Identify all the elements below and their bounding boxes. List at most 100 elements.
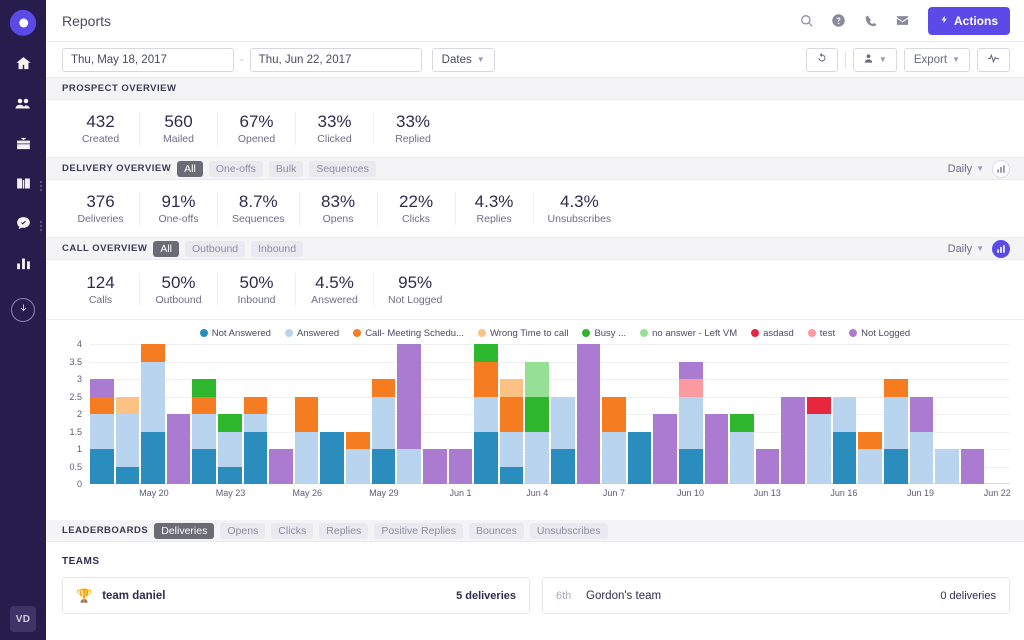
teams-list: 🏆team daniel5 deliveries 6thGordon's team… — [62, 577, 1010, 614]
sidebar-item-book[interactable] — [0, 166, 46, 206]
chart-bar[interactable] — [781, 397, 805, 485]
call-overview-tabs: All Outbound Inbound — [153, 241, 303, 257]
chart-bar[interactable] — [705, 414, 729, 484]
legend-item[interactable]: Answered — [285, 328, 339, 339]
chart-bar[interactable] — [90, 379, 114, 484]
user-filter-button[interactable]: ▼ — [853, 48, 897, 72]
chart-bar[interactable] — [935, 449, 959, 484]
chart-bar[interactable] — [116, 397, 140, 485]
sidebar-item-download[interactable] — [11, 298, 35, 322]
chart-bar[interactable] — [244, 397, 268, 485]
chart-bar[interactable] — [961, 449, 985, 484]
chart-bar[interactable] — [320, 432, 344, 485]
tab-opens[interactable]: Opens — [220, 523, 265, 539]
call-chart-toggle[interactable] — [992, 240, 1010, 258]
tab-all[interactable]: All — [153, 241, 179, 257]
sidebar-item-reports[interactable] — [0, 246, 46, 286]
chart-bar[interactable] — [167, 414, 191, 484]
phone-icon[interactable] — [862, 12, 880, 30]
chart-bar[interactable] — [807, 397, 831, 485]
chart-bar[interactable] — [577, 344, 601, 484]
app-logo[interactable] — [10, 10, 36, 36]
mail-icon[interactable] — [894, 12, 912, 30]
chart-bar[interactable] — [346, 432, 370, 485]
tab-outbound[interactable]: Outbound — [185, 241, 245, 257]
chart-bar[interactable] — [192, 379, 216, 484]
legend-item[interactable]: test — [808, 328, 835, 339]
sidebar-item-people[interactable] — [0, 86, 46, 126]
tab-inbound[interactable]: Inbound — [251, 241, 303, 257]
delivery-interval-dropdown[interactable]: Daily ▼ — [948, 163, 984, 175]
tab-all[interactable]: All — [177, 161, 203, 177]
export-button[interactable]: Export ▼ — [904, 48, 970, 72]
legend-item[interactable]: Busy ... — [582, 328, 626, 339]
chart-bar[interactable] — [884, 379, 908, 484]
actions-button[interactable]: Actions — [928, 7, 1010, 35]
help-icon[interactable] — [830, 12, 848, 30]
legend-item[interactable]: Not Logged — [849, 328, 910, 339]
legend-item[interactable]: asdasd — [751, 328, 794, 339]
chart-bar[interactable] — [295, 397, 319, 485]
chart-bar[interactable] — [423, 449, 447, 484]
chart-bar[interactable] — [525, 362, 549, 485]
bar-segment — [141, 344, 165, 362]
tab-replies[interactable]: Replies — [319, 523, 368, 539]
chart-bar[interactable] — [833, 397, 857, 485]
delivery-chart-toggle[interactable] — [992, 160, 1010, 178]
chart-bar[interactable] — [628, 432, 652, 485]
tab-sequences[interactable]: Sequences — [309, 161, 376, 177]
legend-item[interactable]: Call- Meeting Schedu... — [353, 328, 464, 339]
stat-label: Opens — [323, 213, 354, 225]
sidebar-item-tasks[interactable] — [0, 206, 46, 246]
search-icon[interactable] — [798, 12, 816, 30]
sidebar-item-home[interactable] — [0, 46, 46, 86]
tab-positive-replies[interactable]: Positive Replies — [374, 523, 463, 539]
tab-deliveries[interactable]: Deliveries — [154, 523, 214, 539]
tab-clicks[interactable]: Clicks — [271, 523, 313, 539]
call-interval-dropdown[interactable]: Daily ▼ — [948, 243, 984, 255]
chart-bar[interactable] — [397, 344, 421, 484]
chart-bar[interactable] — [218, 414, 242, 484]
sidebar-item-briefcase[interactable] — [0, 126, 46, 166]
chart-bar[interactable] — [653, 414, 677, 484]
chart-bar[interactable] — [602, 397, 626, 485]
dates-dropdown-button[interactable]: Dates ▼ — [432, 48, 495, 72]
bar-segment — [730, 414, 754, 432]
stat-value: 50% — [161, 273, 195, 292]
chart-bar[interactable] — [858, 432, 882, 485]
chart-bar[interactable] — [269, 449, 293, 484]
chart-bar[interactable] — [551, 397, 575, 485]
refresh-button[interactable] — [806, 48, 838, 72]
tab-bulk[interactable]: Bulk — [269, 161, 303, 177]
start-date-input[interactable] — [62, 48, 234, 72]
legend-item[interactable]: Not Answered — [200, 328, 271, 339]
activity-button[interactable] — [977, 48, 1010, 72]
stat-mailed: 560Mailed — [140, 112, 218, 145]
tab-one-offs[interactable]: One-offs — [209, 161, 263, 177]
team-card[interactable]: 6thGordon's team0 deliveries — [542, 577, 1010, 614]
x-axis-tick-label: Jun 16 — [830, 488, 857, 498]
chart-bar[interactable] — [372, 379, 396, 484]
bar-segment — [525, 362, 549, 397]
chart-bar[interactable] — [141, 344, 165, 484]
tab-bounces[interactable]: Bounces — [469, 523, 524, 539]
tab-unsubscribes[interactable]: Unsubscribes — [530, 523, 608, 539]
date-range-separator: - — [240, 54, 244, 66]
chart-bar[interactable] — [474, 344, 498, 484]
leaderboards-header: LEADERBOARDS DeliveriesOpensClicksReplie… — [46, 520, 1024, 542]
end-date-input[interactable] — [250, 48, 422, 72]
bar-segment — [346, 449, 370, 484]
stat-value: 33% — [317, 112, 351, 131]
chart-bar[interactable] — [730, 414, 754, 484]
legend-item[interactable]: no answer - Left VM — [640, 328, 737, 339]
team-card[interactable]: 🏆team daniel5 deliveries — [62, 577, 530, 614]
chart-bar[interactable] — [756, 449, 780, 484]
chart-bar[interactable] — [500, 379, 524, 484]
legend-item[interactable]: Wrong Time to call — [478, 328, 569, 339]
chart-bar[interactable] — [449, 449, 473, 484]
bar-segment — [500, 432, 524, 467]
avatar[interactable]: VD — [10, 606, 36, 632]
chart-bar[interactable] — [910, 397, 934, 485]
legend-color-swatch — [640, 329, 648, 337]
chart-bar[interactable] — [679, 362, 703, 485]
